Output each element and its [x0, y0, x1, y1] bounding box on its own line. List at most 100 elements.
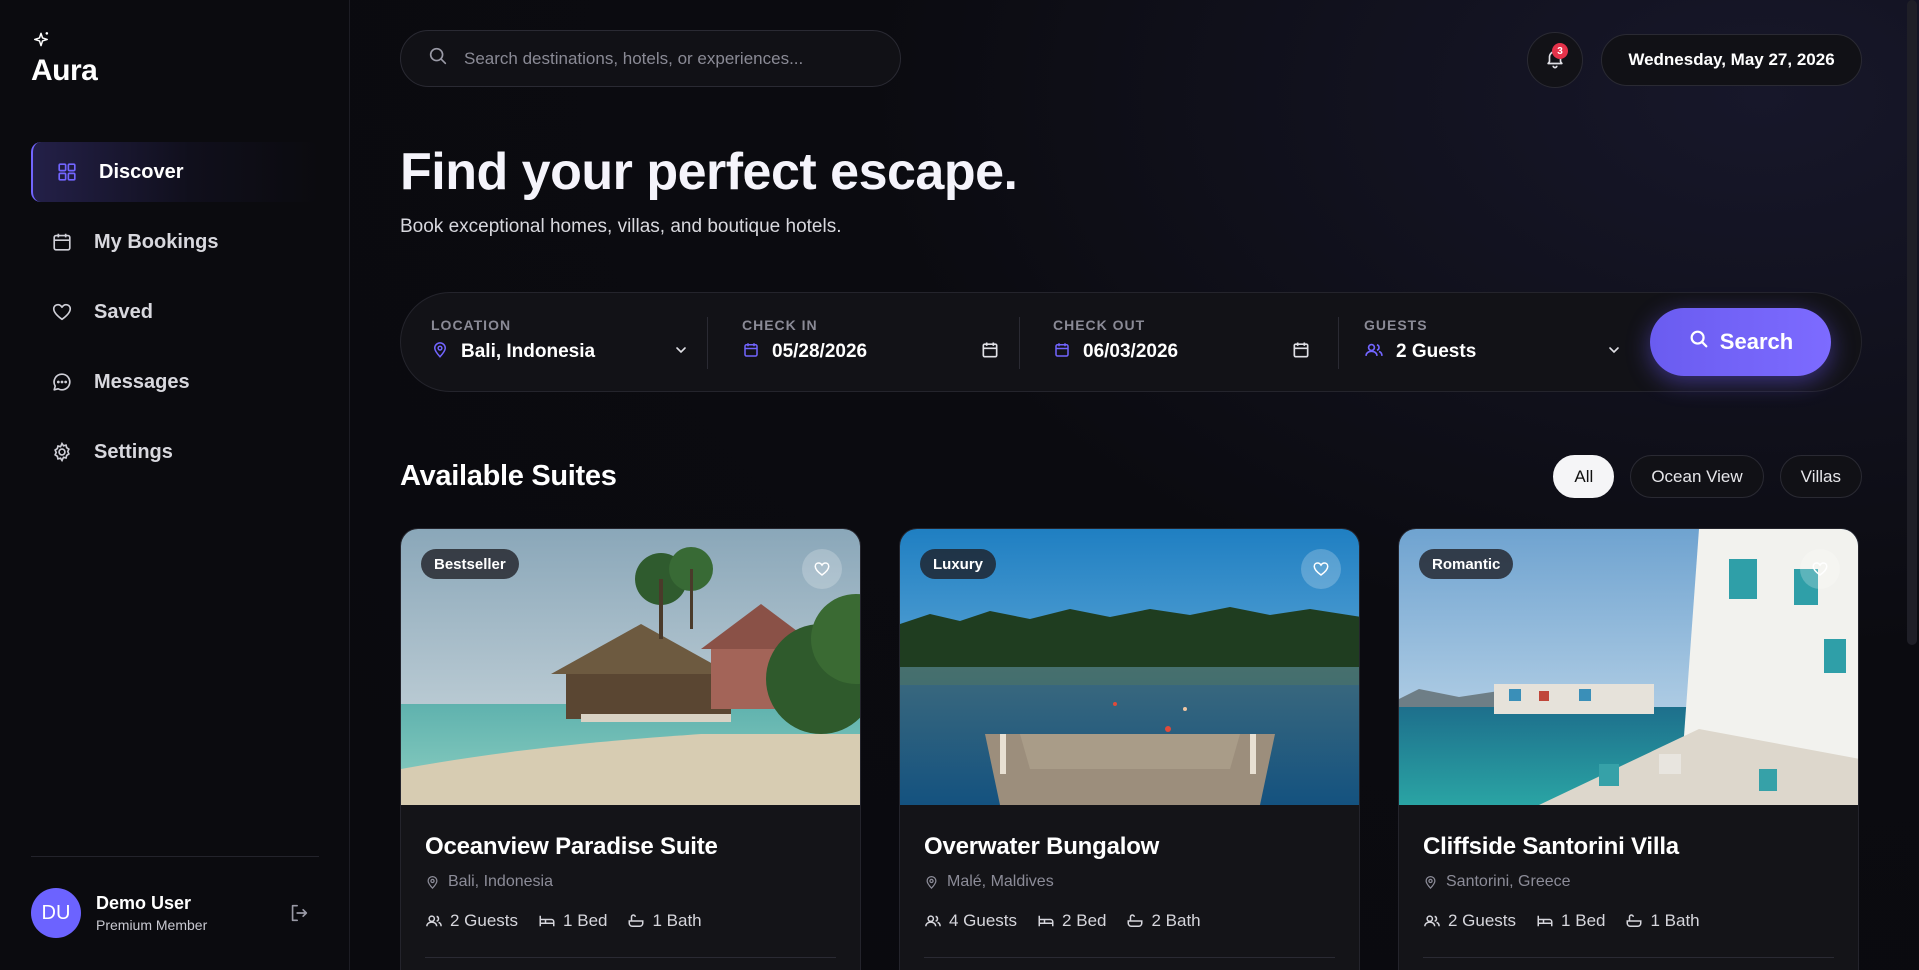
map-pin-icon: [926, 875, 937, 889]
guests-field[interactable]: GUESTS 2 Guests: [1364, 317, 1622, 369]
brand-name: Aura: [31, 54, 98, 87]
filter-villas[interactable]: Villas: [1779, 455, 1862, 498]
sidebar-item-label: Settings: [94, 440, 173, 463]
filter-ocean-view[interactable]: Ocean View: [1630, 455, 1764, 498]
avatar: DU: [31, 888, 81, 938]
suite-card[interactable]: Luxury Overwater Bungalow Malé, Maldives…: [899, 528, 1360, 970]
chevron-down-icon[interactable]: [1606, 342, 1622, 363]
notification-badge: 3: [1552, 43, 1568, 59]
location-field[interactable]: LOCATION Bali, Indonesia: [431, 317, 689, 369]
suite-image: Bestseller: [401, 529, 860, 805]
suite-tag: Luxury: [920, 549, 997, 579]
suite-location: Bali, Indonesia: [448, 873, 553, 890]
check-in-label: CHECK IN: [742, 317, 818, 333]
card-divider: [924, 957, 1335, 958]
date-picker-icon[interactable]: [980, 340, 1000, 365]
check-out-field[interactable]: CHECK OUT 06/03/2026: [1053, 317, 1311, 369]
scrollbar[interactable]: [1905, 0, 1919, 970]
map-pin-icon: [1425, 875, 1436, 889]
calendar-icon: [1053, 341, 1071, 364]
filter-all[interactable]: All: [1553, 455, 1615, 498]
check-in-value[interactable]: 05/28/2026: [772, 341, 980, 363]
page-subtitle: Book exceptional homes, villas, and bout…: [400, 216, 842, 237]
search-icon: [427, 45, 449, 72]
sidebar-item-my-bookings[interactable]: My Bookings: [31, 212, 319, 272]
suite-baths: 1 Bath: [1650, 911, 1700, 930]
user-name: Demo User: [96, 893, 192, 913]
suite-image: Romantic: [1399, 529, 1858, 805]
notifications-button[interactable]: 3: [1527, 32, 1583, 88]
suite-beds: 2 Bed: [1062, 911, 1107, 930]
suite-location: Santorini, Greece: [1446, 873, 1571, 890]
user-profile[interactable]: DU Demo User Premium Member: [31, 888, 319, 938]
suite-title[interactable]: Overwater Bungalow: [924, 833, 1335, 861]
field-divider: [1019, 317, 1020, 369]
location-value: Bali, Indonesia: [461, 341, 596, 362]
check-out-value[interactable]: 06/03/2026: [1083, 341, 1291, 363]
sidebar-item-settings[interactable]: Settings: [31, 422, 319, 482]
suite-tag: Romantic: [1419, 549, 1514, 579]
users-icon: [1424, 915, 1440, 927]
check-in-field[interactable]: CHECK IN 05/28/2026: [742, 317, 1000, 369]
sidebar-item-label: Messages: [94, 370, 190, 393]
suite-title[interactable]: Cliffside Santorini Villa: [1423, 833, 1834, 861]
suite-image: Luxury: [900, 529, 1359, 805]
filter-chips: All Ocean View Villas: [1553, 455, 1862, 498]
suite-card[interactable]: Romantic Cliffside Santorini Villa Santo…: [1398, 528, 1859, 970]
app-root: Aura Discover My Bookings Saved Messages…: [0, 0, 1919, 970]
current-date: Wednesday, May 27, 2026: [1601, 34, 1862, 86]
suite-cards: Bestseller Oceanview Paradise Suite Bali…: [400, 528, 1859, 970]
page-title: Find your perfect escape.: [400, 143, 1018, 201]
bath-icon: [628, 914, 644, 927]
suite-baths: 1 Bath: [652, 911, 702, 930]
sidebar-divider: [31, 856, 319, 857]
calendar-icon: [742, 341, 760, 364]
suite-beds: 1 Bed: [563, 911, 608, 930]
chevron-down-icon[interactable]: [673, 342, 689, 363]
sidebar-item-discover[interactable]: Discover: [31, 142, 319, 202]
search-input[interactable]: [464, 48, 900, 69]
suite-beds: 1 Bed: [1561, 911, 1606, 930]
suite-amenities: 2 Guests 1 Bed 1 Bath: [1423, 911, 1834, 931]
bath-icon: [1626, 914, 1642, 927]
suite-tag: Bestseller: [421, 549, 519, 579]
logout-icon[interactable]: [287, 901, 311, 925]
favorite-button[interactable]: [802, 549, 842, 589]
suite-baths: 2 Bath: [1151, 911, 1201, 930]
bed-icon: [539, 915, 555, 927]
search-button-label: Search: [1719, 329, 1794, 354]
search-button[interactable]: Search: [1650, 308, 1831, 376]
map-pin-icon: [427, 875, 438, 889]
section-title: Available Suites: [400, 460, 617, 492]
favorite-button[interactable]: [1301, 549, 1341, 589]
brand[interactable]: Aura: [31, 30, 98, 88]
scrollbar-thumb[interactable]: [1907, 0, 1917, 645]
sidebar-item-label: My Bookings: [94, 230, 219, 253]
booking-search-bar: LOCATION Bali, Indonesia CHECK IN 05/28/…: [400, 292, 1862, 392]
sidebar-item-messages[interactable]: Messages: [31, 352, 319, 412]
gear-icon: [50, 440, 74, 464]
bed-icon: [1038, 915, 1054, 927]
bath-icon: [1127, 914, 1143, 927]
sidebar-nav: Discover My Bookings Saved Messages Sett…: [31, 142, 319, 492]
card-divider: [425, 957, 836, 958]
date-picker-icon[interactable]: [1291, 340, 1311, 365]
favorite-button[interactable]: [1800, 549, 1840, 589]
bed-icon: [1537, 915, 1553, 927]
location-label: LOCATION: [431, 317, 512, 333]
guests-value: 2 Guests: [1396, 341, 1477, 362]
global-search[interactable]: [400, 30, 901, 87]
user-plan: Premium Member: [96, 917, 208, 933]
sidebar-item-label: Saved: [94, 300, 153, 323]
field-divider: [707, 317, 708, 369]
sidebar-item-saved[interactable]: Saved: [31, 282, 319, 342]
chat-icon: [50, 370, 74, 394]
users-icon: [1364, 340, 1384, 365]
sidebar-item-label: Discover: [99, 160, 184, 183]
suite-title[interactable]: Oceanview Paradise Suite: [425, 833, 836, 861]
map-pin-icon: [431, 341, 449, 364]
suite-card[interactable]: Bestseller Oceanview Paradise Suite Bali…: [400, 528, 861, 970]
suite-guests: 4 Guests: [949, 911, 1018, 930]
heart-icon: [1812, 562, 1828, 576]
users-icon: [925, 915, 941, 927]
